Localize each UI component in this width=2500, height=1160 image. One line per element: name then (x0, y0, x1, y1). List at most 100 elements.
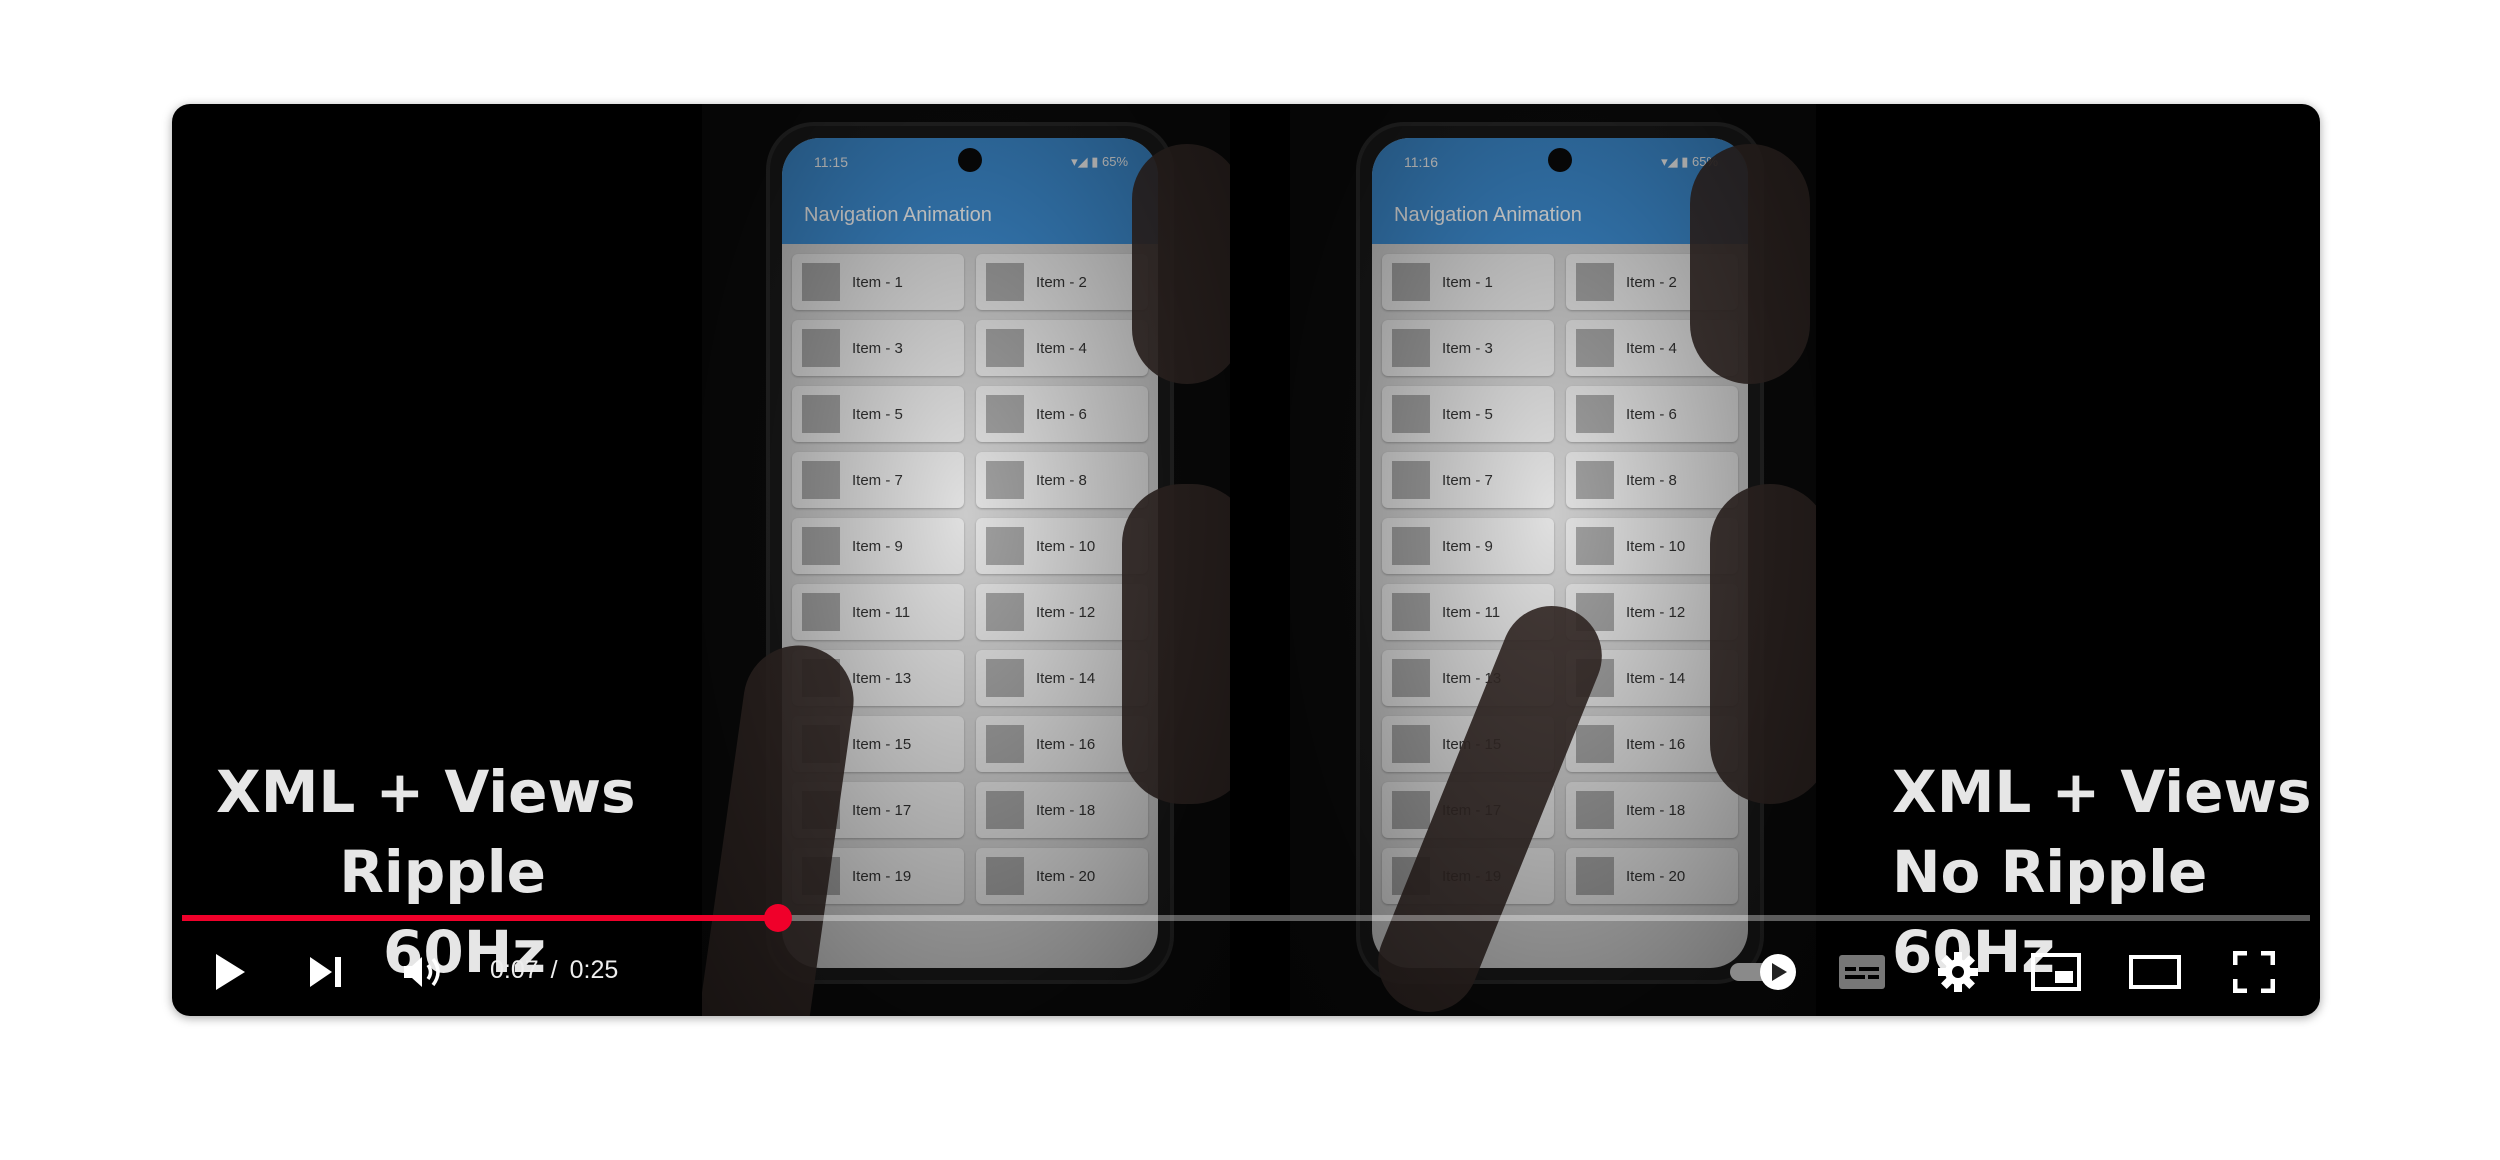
item-label: Item - 16 (1626, 735, 1686, 753)
item-label: Item - 15 (852, 735, 912, 753)
theater-mode-icon (2129, 955, 2181, 989)
time-separator: / (550, 956, 558, 984)
item-thumbnail (1576, 791, 1614, 829)
item-thumbnail (986, 395, 1024, 433)
item-thumbnail (986, 659, 1024, 697)
item-label: Item - 6 (1036, 405, 1087, 423)
item-label: Item - 10 (1626, 537, 1686, 555)
caption-line: XML + Views (216, 758, 636, 826)
list-item[interactable]: Item - 18 (976, 782, 1148, 838)
item-thumbnail (1576, 329, 1614, 367)
item-thumbnail (1392, 527, 1430, 565)
list-item[interactable]: Item - 9 (792, 518, 964, 574)
finger-top (1132, 144, 1230, 384)
list-item[interactable]: Item - 1 (1382, 254, 1554, 310)
item-label: Item - 2 (1626, 273, 1677, 291)
item-thumbnail (986, 263, 1024, 301)
item-thumbnail (1392, 395, 1430, 433)
miniplayer-icon (2031, 953, 2081, 991)
settings-button[interactable] (1928, 944, 1988, 1000)
item-label: Item - 13 (852, 669, 912, 687)
list-item[interactable]: Item - 4 (976, 320, 1148, 376)
item-label: Item - 14 (1036, 669, 1096, 687)
play-button[interactable] (200, 944, 260, 1000)
item-thumbnail (802, 593, 840, 631)
list-item[interactable]: Item - 8 (976, 452, 1148, 508)
item-label: Item - 7 (1442, 471, 1493, 489)
subtitles-icon (1838, 954, 1886, 990)
item-label: Item - 19 (852, 867, 912, 885)
item-label: Item - 6 (1626, 405, 1677, 423)
autoplay-toggle-icon (1728, 952, 1800, 992)
list-item[interactable]: Item - 7 (792, 452, 964, 508)
theater-mode-button[interactable] (2124, 944, 2186, 1000)
item-label: Item - 1 (852, 273, 903, 291)
list-item[interactable]: Item - 9 (1382, 518, 1554, 574)
app-bar-title: Navigation Animation (782, 186, 1158, 244)
hand (1122, 484, 1230, 804)
list-item[interactable]: Item - 2 (976, 254, 1148, 310)
list-item[interactable]: Item - 11 (792, 584, 964, 640)
list-item[interactable]: Item - 3 (792, 320, 964, 376)
list-item[interactable]: Item - 5 (1382, 386, 1554, 442)
item-thumbnail (1392, 461, 1430, 499)
item-label: Item - 1 (1442, 273, 1493, 291)
item-label: Item - 18 (1036, 801, 1096, 819)
list-item[interactable]: Item - 18 (1566, 782, 1738, 838)
next-button[interactable] (296, 944, 356, 1000)
item-label: Item - 20 (1036, 867, 1096, 885)
list-item[interactable]: Item - 8 (1566, 452, 1738, 508)
camera-cutout (958, 148, 982, 172)
item-label: Item - 5 (852, 405, 903, 423)
hand (1710, 484, 1816, 804)
item-thumbnail (802, 461, 840, 499)
progress-played (182, 915, 778, 921)
item-thumbnail (986, 791, 1024, 829)
item-label: Item - 9 (852, 537, 903, 555)
list-item[interactable]: Item - 6 (1566, 386, 1738, 442)
list-item[interactable]: Item - 5 (792, 386, 964, 442)
next-icon (308, 955, 344, 989)
item-thumbnail (986, 857, 1024, 895)
item-thumbnail (802, 395, 840, 433)
item-label: Item - 9 (1442, 537, 1493, 555)
item-thumbnail (1576, 395, 1614, 433)
item-label: Item - 5 (1442, 405, 1493, 423)
item-thumbnail (1576, 461, 1614, 499)
item-label: Item - 12 (1626, 603, 1686, 621)
item-label: Item - 4 (1626, 339, 1677, 357)
play-icon (213, 952, 247, 992)
video-player[interactable]: 11:15 ▾◢ ▮ 65% Navigation Animation Item… (172, 104, 2320, 1016)
subtitles-button[interactable] (1832, 944, 1892, 1000)
camera-cutout (1548, 148, 1572, 172)
gear-icon (1937, 951, 1979, 993)
item-label: Item - 11 (1442, 603, 1501, 621)
autoplay-toggle[interactable] (1726, 944, 1802, 1000)
miniplayer-button[interactable] (2026, 944, 2086, 1000)
list-item[interactable]: Item - 3 (1382, 320, 1554, 376)
list-item[interactable]: Item - 6 (976, 386, 1148, 442)
item-label: Item - 16 (1036, 735, 1096, 753)
list-item[interactable]: Item - 7 (1382, 452, 1554, 508)
list-item[interactable]: Item - 20 (976, 848, 1148, 904)
status-bar: 11:15 ▾◢ ▮ 65% (782, 138, 1158, 186)
item-thumbnail (1392, 725, 1430, 763)
status-time: 11:15 (814, 154, 848, 170)
item-thumbnail (1392, 263, 1430, 301)
scrubber-handle[interactable] (763, 904, 792, 932)
progress-bar[interactable] (182, 904, 2310, 932)
current-time: 0:07 (490, 956, 539, 984)
item-label: Item - 11 (852, 603, 911, 621)
item-thumbnail (1392, 791, 1430, 829)
item-thumbnail (1392, 593, 1430, 631)
fullscreen-button[interactable] (2224, 944, 2284, 1000)
item-thumbnail (802, 329, 840, 367)
volume-icon (402, 953, 446, 991)
item-label: Item - 3 (1442, 339, 1493, 357)
caption-line: No Ripple (1892, 838, 2208, 906)
finger-top (1690, 144, 1810, 384)
volume-button[interactable] (394, 944, 454, 1000)
item-label: Item - 8 (1626, 471, 1677, 489)
list-item[interactable]: Item - 20 (1566, 848, 1738, 904)
list-item[interactable]: Item - 1 (792, 254, 964, 310)
